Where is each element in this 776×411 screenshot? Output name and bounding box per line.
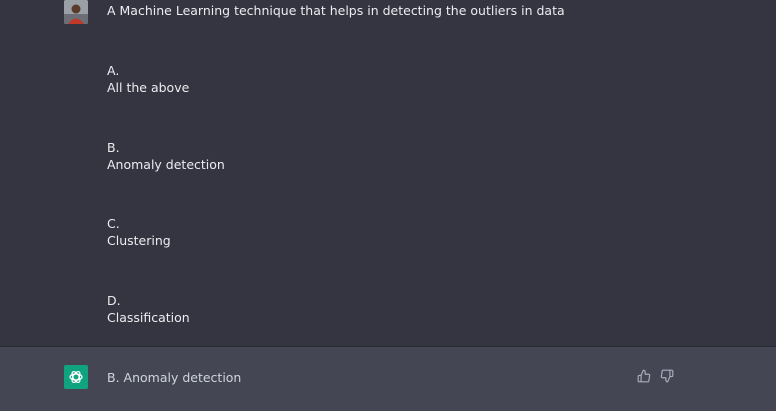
option-a-text: All the above [107, 80, 190, 95]
thumbs-up-icon [637, 369, 651, 383]
option-d-letter: D. [107, 293, 121, 308]
openai-logo-icon [64, 365, 88, 389]
option-a-letter: A. [107, 63, 120, 78]
openai-logo-svg [69, 370, 83, 384]
thumbs-down-button[interactable] [659, 368, 675, 384]
option-c-letter: C. [107, 216, 120, 231]
user-avatar [64, 0, 88, 24]
assistant-message: B. Anomaly detection [0, 347, 776, 411]
question-text: A Machine Learning technique that helps … [107, 3, 565, 18]
user-avatar-image [64, 0, 88, 24]
chat-page: A Machine Learning technique that helps … [0, 0, 776, 411]
option-c-text: Clustering [107, 233, 171, 248]
answer-text: B. Anomaly detection [107, 370, 242, 385]
option-b-text: Anomaly detection [107, 157, 225, 172]
thumbs-up-button[interactable] [636, 368, 652, 384]
thumbs-down-icon [660, 369, 674, 383]
option-d-text: Classification [107, 310, 190, 325]
user-message: A Machine Learning technique that helps … [0, 0, 776, 346]
option-b-letter: B. [107, 140, 120, 155]
